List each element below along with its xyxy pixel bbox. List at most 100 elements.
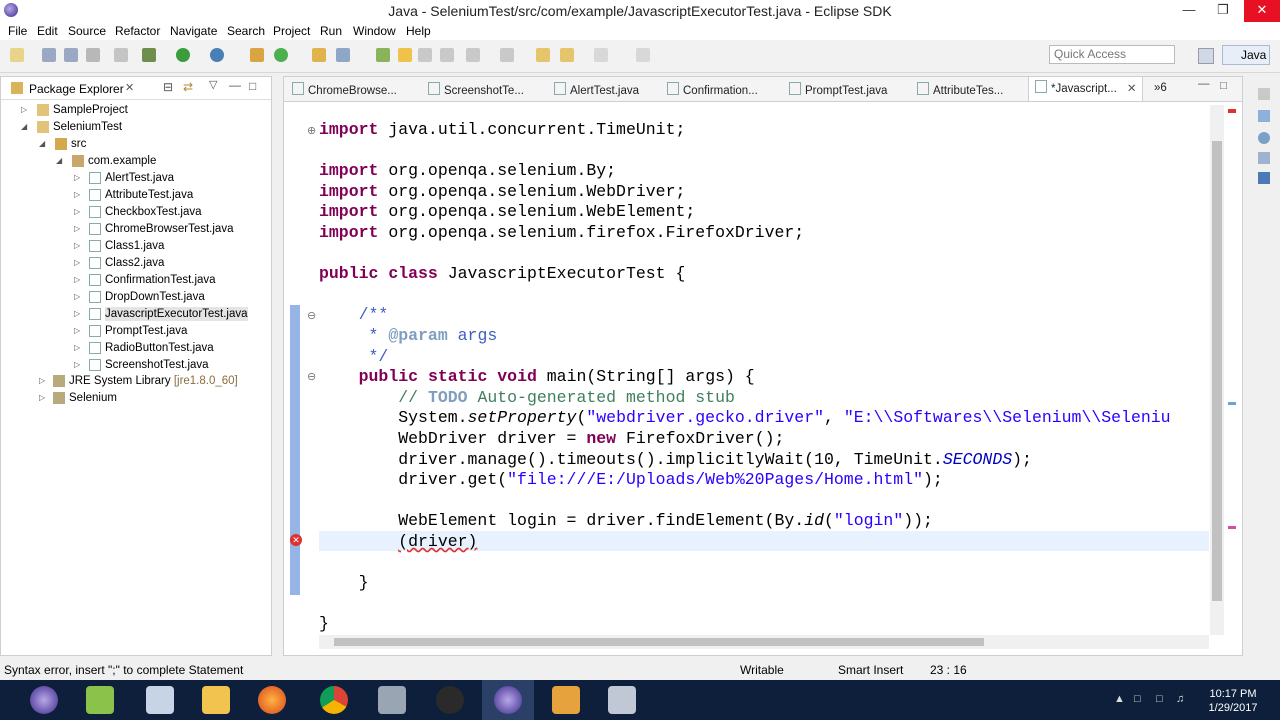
code-editor[interactable]: import java.util.concurrent.TimeUnit; im…: [319, 120, 1171, 635]
menu-help[interactable]: Help: [406, 24, 431, 38]
next-annotation-icon[interactable]: [376, 48, 390, 62]
tree-item-file[interactable]: ▷ DropDownTest.java: [74, 290, 205, 304]
tree-item-file[interactable]: ▷ Class2.java: [74, 256, 164, 270]
horizontal-scrollbar-thumb[interactable]: [334, 638, 984, 646]
menu-refactor[interactable]: Refactor: [115, 24, 160, 38]
close-button[interactable]: ✕: [1244, 0, 1280, 22]
show-whitespace-icon[interactable]: [440, 48, 454, 62]
open-perspective-icon[interactable]: [1198, 48, 1214, 64]
coverage-icon[interactable]: [210, 48, 224, 62]
search-icon[interactable]: [336, 48, 350, 62]
volume-icon[interactable]: ♫: [1176, 693, 1190, 707]
eclipse-active-taskbar-icon[interactable]: [494, 686, 522, 714]
run-icon[interactable]: [176, 48, 190, 62]
tree-item-file[interactable]: ▷ ChromeBrowserTest.java: [74, 222, 233, 236]
tab-prompttest[interactable]: PromptTest.java: [789, 82, 887, 97]
menu-search[interactable]: Search: [227, 24, 265, 38]
menu-window[interactable]: Window: [353, 24, 396, 38]
tree-item-file[interactable]: ▷ RadioButtonTest.java: [74, 341, 214, 355]
minimize-view-icon[interactable]: —: [229, 78, 241, 92]
tray-icon[interactable]: □: [1156, 693, 1170, 707]
maximize-button[interactable]: ❐: [1206, 0, 1240, 22]
tab-screenshottest[interactable]: ScreenshotTe...: [428, 82, 524, 97]
android-taskbar-icon[interactable]: [86, 686, 114, 714]
eclipse-taskbar-icon[interactable]: [30, 686, 58, 714]
console-icon[interactable]: [1258, 172, 1270, 184]
open-type-icon[interactable]: [312, 48, 326, 62]
toggle-icon[interactable]: [114, 48, 128, 62]
print-icon[interactable]: [86, 48, 100, 62]
mark-occurrences-icon[interactable]: [398, 48, 412, 62]
save-all-icon[interactable]: [64, 48, 78, 62]
tab-attributetest[interactable]: AttributeTes...: [917, 82, 1003, 97]
menu-file[interactable]: File: [8, 24, 27, 38]
tree-item-file[interactable]: ▷ ConfirmationTest.java: [74, 273, 216, 287]
menu-navigate[interactable]: Navigate: [170, 24, 217, 38]
tree-item-file-selected[interactable]: ▷ JavascriptExecutorTest.java: [74, 307, 248, 321]
new-class-icon[interactable]: [274, 48, 288, 62]
calculator-taskbar-icon[interactable]: [146, 686, 174, 714]
headphones-taskbar-icon[interactable]: [436, 686, 464, 714]
new-java-project-icon[interactable]: [250, 48, 264, 62]
pin-icon[interactable]: [636, 48, 650, 62]
tab-confirmationtest[interactable]: Confirmation...: [667, 82, 758, 97]
minimize-editor-icon[interactable]: —: [1198, 78, 1210, 90]
fold-icon[interactable]: ⊖: [307, 309, 316, 322]
outline-icon[interactable]: [1258, 110, 1270, 122]
tree-item-selenium[interactable]: ▷ Selenium: [39, 391, 117, 405]
back-icon[interactable]: [560, 48, 574, 62]
fold-icon[interactable]: ⊕: [307, 124, 316, 137]
new-icon[interactable]: [10, 48, 24, 62]
settings-taskbar-icon[interactable]: [378, 686, 406, 714]
collapse-all-icon[interactable]: ⊟: [163, 80, 173, 94]
tree-item-file[interactable]: ▷ AlertTest.java: [74, 171, 174, 185]
declaration-icon[interactable]: [1258, 152, 1270, 164]
tab-alerttest[interactable]: AlertTest.java: [554, 82, 639, 97]
tree-item-src[interactable]: ◢ src: [39, 137, 86, 151]
menu-project[interactable]: Project: [273, 24, 310, 38]
prev-edit-icon[interactable]: [500, 48, 514, 62]
firefox-taskbar-icon[interactable]: [258, 686, 286, 714]
overview-marker[interactable]: [1228, 109, 1236, 113]
window-taskbar-icon[interactable]: [608, 686, 636, 714]
more-tabs-button[interactable]: »6: [1154, 82, 1167, 94]
tree-item-file[interactable]: ▷ Class1.java: [74, 239, 164, 253]
minimize-button[interactable]: —: [1172, 0, 1206, 22]
debug-icon[interactable]: [142, 48, 156, 62]
fold-icon[interactable]: ⊖: [307, 370, 316, 383]
maximize-editor-icon[interactable]: □: [1220, 80, 1227, 92]
package-explorer-tab[interactable]: Package Explorer: [29, 82, 124, 96]
javadoc-icon[interactable]: [1258, 132, 1270, 144]
tree-item-file[interactable]: ▷ ScreenshotTest.java: [74, 358, 209, 372]
tray-icon[interactable]: □: [1134, 693, 1148, 707]
overview-marker[interactable]: [1228, 402, 1236, 405]
close-tab-icon[interactable]: ✕: [1127, 83, 1137, 95]
tree-item-seleniumtest[interactable]: ◢ SeleniumTest: [21, 120, 122, 134]
error-icon[interactable]: ✕: [290, 534, 302, 546]
menu-source[interactable]: Source: [68, 24, 106, 38]
maximize-view-icon[interactable]: □: [249, 79, 256, 93]
block-selection-icon[interactable]: [418, 48, 432, 62]
tree-item-sampleproject[interactable]: ▷ SampleProject: [21, 103, 128, 117]
close-view-icon[interactable]: ✕: [125, 81, 134, 94]
view-menu-icon[interactable]: ▽: [209, 78, 217, 91]
restore-icon[interactable]: [1258, 88, 1270, 100]
menu-edit[interactable]: Edit: [37, 24, 58, 38]
link-editor-icon[interactable]: ⇄: [183, 80, 193, 94]
tree-item-file[interactable]: ▷ AttributeTest.java: [74, 188, 193, 202]
tree-item-file[interactable]: ▷ CheckboxTest.java: [74, 205, 202, 219]
tree-item-package[interactable]: ◢ com.example: [56, 154, 156, 168]
tab-chromebrowsertest[interactable]: ChromeBrowse...: [292, 82, 397, 97]
clock[interactable]: 10:17 PM 1/29/2017: [1196, 687, 1270, 715]
vertical-scrollbar-thumb[interactable]: [1212, 141, 1222, 601]
save-icon[interactable]: [42, 48, 56, 62]
tab-javascriptexecutortest[interactable]: *Javascript... ✕: [1028, 77, 1144, 101]
overview-marker[interactable]: [1228, 526, 1236, 529]
forward-icon[interactable]: [594, 48, 608, 62]
tree-item-file[interactable]: ▷ PromptTest.java: [74, 324, 187, 338]
chrome-taskbar-icon[interactable]: [320, 686, 348, 714]
quick-access-input[interactable]: Quick Access: [1049, 45, 1175, 64]
tray-expand-icon[interactable]: ▲: [1114, 693, 1128, 707]
next-edit-icon[interactable]: [466, 48, 480, 62]
file-explorer-taskbar-icon[interactable]: [202, 686, 230, 714]
